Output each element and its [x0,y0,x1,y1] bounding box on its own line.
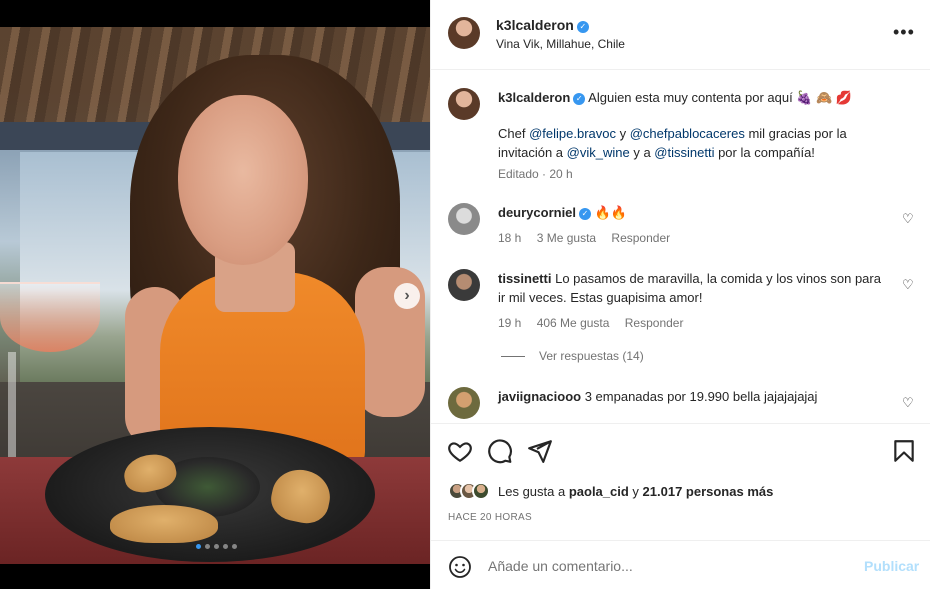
commenter-avatar[interactable] [448,387,480,419]
likes-summary: Les gusta a paola_cid y 21.017 personas … [448,482,773,500]
caption-meta: Editado · 20 h [498,167,573,181]
post-photo[interactable] [0,27,430,564]
comment-username[interactable]: tissinetti [498,271,551,286]
bookmark-icon[interactable] [891,438,917,464]
comment-body: tissinetti Lo pasamos de maravilla, la c… [498,269,888,333]
post-sidebar: k3lcalderon ✓ Vina Vik, Millahue, Chile •… [430,0,930,589]
caption-avatar[interactable] [448,88,480,120]
post-header: k3lcalderon ✓ Vina Vik, Millahue, Chile •… [431,0,930,70]
like-comment-heart-icon[interactable]: ♡ [902,211,916,226]
comment-body: javiignaciooo 3 empanadas por 19.990 bel… [498,387,888,406]
caption-text: y [615,126,630,141]
comment-icon[interactable] [487,438,513,464]
emoji-icon[interactable] [448,555,472,579]
caption-line2: Chef @felipe.bravoc y @chefpablocaceres … [498,124,888,162]
comment-meta: 18 h 3 Me gusta Responder [498,229,888,248]
caption-body: k3lcalderon ✓ Alguien esta muy contenta p… [498,88,888,184]
more-options-icon[interactable]: ••• [893,22,915,43]
caption-text: por la compañía! [714,145,815,160]
post-comment-button[interactable]: Publicar [864,558,919,574]
post-media: › [0,0,430,589]
caption-emojis: 🍇 🙈 💋 [796,90,853,105]
verified-badge-icon: ✓ [579,208,592,220]
mention-link[interactable]: @tissinetti [654,145,714,160]
author-username[interactable]: k3lcalderon ✓ [496,17,589,33]
reply-button[interactable]: Responder [625,316,684,330]
author-username-text[interactable]: k3lcalderon [496,17,574,33]
share-icon[interactable] [527,438,553,464]
carousel-dot [232,544,237,549]
comment-text: 3 empanadas por 19.990 bella jajajajajaj [584,389,818,404]
reply-button[interactable]: Responder [611,231,670,245]
caption-text: Alguien esta muy contenta por aquí [588,90,793,105]
post-actions: Les gusta a paola_cid y 21.017 personas … [431,423,930,540]
commenter-avatar[interactable] [448,203,480,235]
carousel-dot [223,544,228,549]
carousel-next-button[interactable]: › [394,283,420,309]
carousel-indicator [196,544,237,549]
heart-icon[interactable] [447,438,473,464]
view-replies-label[interactable]: Ver respuestas (14) [539,349,644,363]
caption-text: y a [629,145,655,160]
verified-badge-icon: ✓ [576,21,589,33]
likes-user[interactable]: paola_cid [569,484,629,499]
post-time[interactable]: HACE 20 HORAS [448,512,532,523]
like-comment-heart-icon[interactable]: ♡ [902,395,916,410]
likes-text[interactable]: Les gusta a paola_cid y 21.017 personas … [498,484,773,499]
likes-count[interactable]: 21.017 personas más [643,484,774,499]
divider-line [501,355,525,357]
mention-link[interactable]: @vik_wine [567,145,630,160]
author-avatar[interactable] [448,17,480,49]
comment-text: 🔥🔥 [594,205,628,220]
like-comment-heart-icon[interactable]: ♡ [902,277,916,292]
comment-likes[interactable]: 406 Me gusta [537,316,610,330]
add-comment-bar: Publicar [431,540,930,589]
comment-likes[interactable]: 3 Me gusta [537,231,596,245]
caption-text: Chef [498,126,530,141]
commenter-avatar[interactable] [448,269,480,301]
verified-badge-icon: ✓ [573,93,586,105]
comment-text: Lo pasamos de maravilla, la comida y los… [498,271,881,305]
comment-time: 18 h [498,231,522,245]
chevron-right-icon: › [404,287,410,304]
comment-username[interactable]: javiignaciooo [498,389,581,404]
comment-meta: 19 h 406 Me gusta Responder [498,314,888,333]
carousel-dot [205,544,210,549]
mention-link[interactable]: @felipe.bravoc [529,126,616,141]
comments-list: k3lcalderon ✓ Alguien esta muy contenta p… [431,71,930,423]
view-replies-button[interactable]: Ver respuestas (14) [501,349,644,363]
comment-time: 19 h [498,316,522,330]
comment-input[interactable] [488,558,848,574]
carousel-dot [214,544,219,549]
likes-middle: y [628,483,643,499]
comment-username[interactable]: deurycorniel [498,205,576,220]
likes-prefix: Les gusta a [498,483,569,499]
liker-avatar [472,482,490,500]
post-location[interactable]: Vina Vik, Millahue, Chile [496,37,625,51]
caption-username[interactable]: k3lcalderon [498,90,570,105]
comment-body: deurycorniel ✓ 🔥🔥 18 h 3 Me gusta Respond… [498,203,888,248]
carousel-dot [196,544,201,549]
mention-link[interactable]: @chefpablocaceres [630,126,745,141]
